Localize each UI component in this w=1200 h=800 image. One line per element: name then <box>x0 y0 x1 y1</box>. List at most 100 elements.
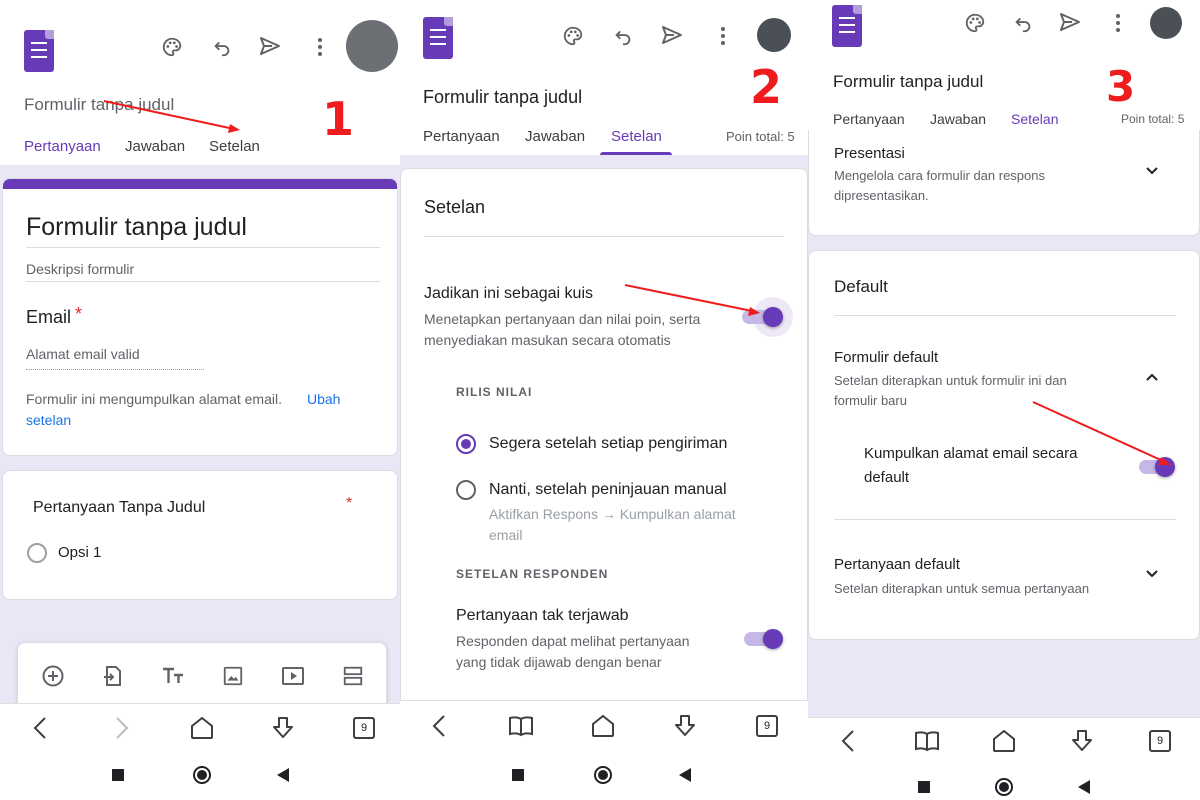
release-later-note: Aktifkan Respons → Kumpulkan alamat <box>489 506 736 522</box>
chevron-up-icon[interactable] <box>1139 364 1165 390</box>
form-description-input[interactable]: Deskripsi formulir <box>26 261 134 277</box>
release-later-label[interactable]: Nanti, setelah peninjauan manual <box>489 481 727 499</box>
add-question-icon[interactable] <box>40 663 66 689</box>
tabs-icon[interactable]: 9 <box>350 714 378 742</box>
required-asterisk: * <box>75 304 83 324</box>
page-title: Formulir tanpa judul <box>833 72 984 91</box>
back-triangle-icon[interactable] <box>1078 780 1090 794</box>
undo-icon[interactable] <box>610 23 636 49</box>
default-settings-card: Default Formulir default Setelan diterap… <box>808 250 1200 640</box>
download-icon[interactable] <box>671 712 699 740</box>
download-icon[interactable] <box>1068 727 1096 755</box>
home-icon[interactable] <box>188 714 216 742</box>
change-settings-link[interactable]: Ubah <box>307 391 340 407</box>
more-vert-icon[interactable] <box>1105 10 1131 36</box>
back-triangle-icon[interactable] <box>277 768 289 782</box>
active-tab-indicator <box>600 152 672 155</box>
back-icon[interactable] <box>834 727 862 755</box>
tabs-icon[interactable]: 9 <box>1146 727 1174 755</box>
bookmarks-icon[interactable] <box>507 712 535 740</box>
home-circle-icon[interactable] <box>995 778 1013 796</box>
tab-responses[interactable]: Jawaban <box>930 111 986 127</box>
form-default-title: Formulir default <box>834 349 939 366</box>
tab-responses[interactable]: Jawaban <box>125 138 185 155</box>
recents-square-icon[interactable] <box>512 769 524 781</box>
back-icon[interactable] <box>425 712 453 740</box>
step-number-1: 1 <box>322 92 355 146</box>
avatar[interactable] <box>1150 7 1182 39</box>
avatar[interactable] <box>757 18 791 52</box>
tab-questions[interactable]: Pertanyaan <box>423 128 500 145</box>
missed-questions-title: Pertanyaan tak terjawab <box>456 607 629 624</box>
release-grade-heading: RILIS NILAI <box>456 385 533 399</box>
option-label[interactable]: Opsi 1 <box>58 544 101 561</box>
step-number-2: 2 <box>750 60 783 114</box>
quiz-setting-title: Jadikan ini sebagai kuis <box>424 285 593 302</box>
palette-icon[interactable] <box>159 34 185 60</box>
tab-responses[interactable]: Jawaban <box>525 128 585 145</box>
add-image-icon[interactable] <box>220 663 246 689</box>
undo-icon[interactable] <box>209 34 235 60</box>
missed-questions-desc: Responden dapat melihat pertanyaan <box>456 633 690 649</box>
recents-square-icon[interactable] <box>918 781 930 793</box>
presentation-card[interactable]: Presentasi Mengelola cara formulir dan r… <box>808 130 1200 236</box>
add-section-icon[interactable] <box>340 663 366 689</box>
form-title-input[interactable]: Formulir tanpa judul <box>26 213 247 242</box>
home-icon[interactable] <box>589 712 617 740</box>
home-circle-icon[interactable] <box>193 766 211 784</box>
presentation-desc-cont: dipresentasikan. <box>834 188 929 203</box>
screenshot-panel-2: 2 Formulir tanpa judul Pertanyaan Jawaba… <box>400 0 808 800</box>
screenshot-panel-1: Formulir tanpa judul Pertanyaan Jawaban … <box>0 0 400 800</box>
question-default-desc: Setelan diterapkan untuk semua pertanyaa… <box>834 581 1090 596</box>
tab-settings[interactable]: Setelan <box>611 128 662 145</box>
release-later-radio[interactable] <box>456 480 476 500</box>
respondent-settings-heading: SETELAN RESPONDEN <box>456 567 609 581</box>
home-icon[interactable] <box>990 727 1018 755</box>
chevron-down-icon[interactable] <box>1139 158 1165 184</box>
google-forms-logo-icon <box>832 5 862 47</box>
recents-square-icon[interactable] <box>112 769 124 781</box>
step-number-3: 3 <box>1106 62 1136 111</box>
home-circle-icon[interactable] <box>594 766 612 784</box>
quiz-setting-desc: Menetapkan pertanyaan dan nilai poin, se… <box>424 311 701 327</box>
back-icon[interactable] <box>26 714 54 742</box>
tab-questions[interactable]: Pertanyaan <box>24 138 101 155</box>
palette-icon[interactable] <box>560 23 586 49</box>
avatar[interactable] <box>346 20 398 72</box>
required-asterisk: * <box>346 495 353 512</box>
tab-settings[interactable]: Setelan <box>209 138 260 155</box>
tab-questions[interactable]: Pertanyaan <box>833 111 905 127</box>
undo-icon[interactable] <box>1010 10 1036 36</box>
question-title[interactable]: Pertanyaan Tanpa Judul <box>33 499 205 517</box>
release-immediately-label[interactable]: Segera setelah setiap pengiriman <box>489 435 727 453</box>
more-vert-icon[interactable] <box>710 23 736 49</box>
form-default-desc: Setelan diterapkan untuk formulir ini da… <box>834 373 1067 388</box>
chevron-down-icon[interactable] <box>1139 561 1165 587</box>
option-radio[interactable] <box>27 543 47 563</box>
question-toolbar <box>17 642 387 712</box>
forward-icon[interactable] <box>108 714 136 742</box>
tab-settings[interactable]: Setelan <box>1011 111 1058 127</box>
import-questions-icon[interactable] <box>100 663 126 689</box>
add-title-icon[interactable] <box>160 663 186 689</box>
collect-email-label: Kumpulkan alamat email secara <box>864 445 1078 462</box>
bookmarks-icon[interactable] <box>913 727 941 755</box>
tab-count: 9 <box>1149 730 1171 752</box>
more-vert-icon[interactable] <box>307 34 333 60</box>
question-card[interactable]: Pertanyaan Tanpa Judul * Opsi 1 <box>2 470 398 600</box>
send-icon[interactable] <box>1057 9 1083 35</box>
release-immediately-radio[interactable] <box>456 434 476 454</box>
form-header-card: Formulir tanpa judul Deskripsi formulir … <box>2 178 398 456</box>
release-later-note-cont: email <box>489 527 523 543</box>
default-heading: Default <box>834 277 888 296</box>
send-icon[interactable] <box>659 22 685 48</box>
change-settings-link-cont[interactable]: setelan <box>26 412 71 428</box>
email-field[interactable]: Alamat email valid <box>26 346 140 362</box>
back-triangle-icon[interactable] <box>679 768 691 782</box>
tabs-icon[interactable]: 9 <box>753 712 781 740</box>
tab-count: 9 <box>353 717 375 739</box>
send-icon[interactable] <box>257 33 283 59</box>
download-icon[interactable] <box>269 714 297 742</box>
add-video-icon[interactable] <box>280 663 306 689</box>
palette-icon[interactable] <box>962 10 988 36</box>
